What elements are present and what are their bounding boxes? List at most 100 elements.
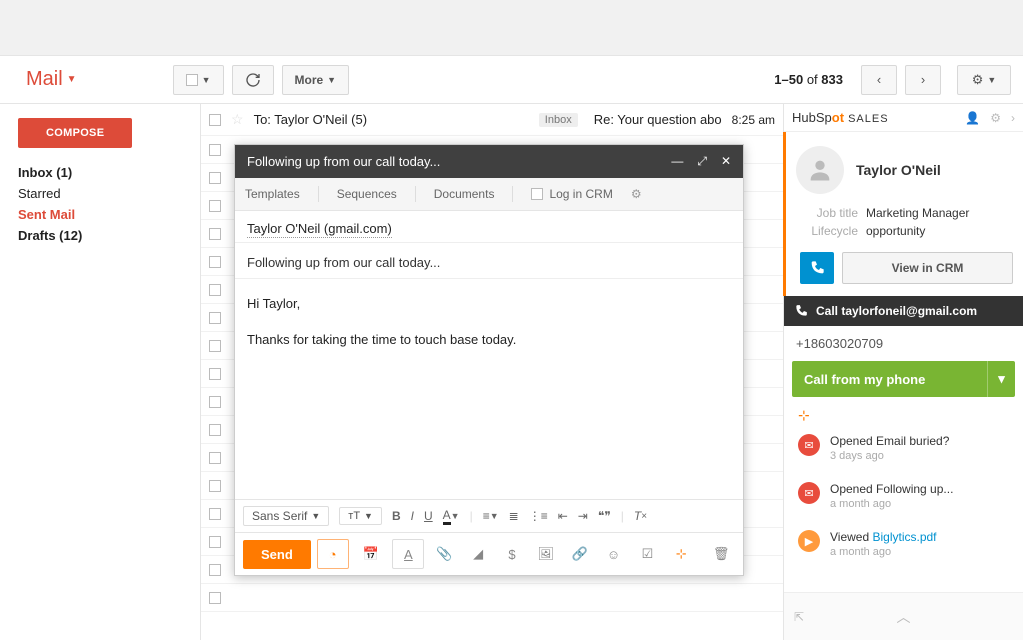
send-button[interactable]: Send <box>243 540 311 569</box>
italic-icon[interactable]: I <box>411 509 414 523</box>
row-checkbox[interactable] <box>209 172 221 184</box>
compose-button[interactable]: COMPOSE <box>18 118 132 148</box>
row-checkbox[interactable] <box>209 284 221 296</box>
call-from-phone-button[interactable]: Call from my phone ▾ <box>792 361 1015 397</box>
drive-icon[interactable]: ◢ <box>464 539 492 569</box>
nav-drafts[interactable]: Drafts (12) <box>18 225 190 246</box>
row-checkbox[interactable] <box>209 256 221 268</box>
bullet-list-icon[interactable]: ⋮≡ <box>529 509 548 523</box>
font-size-button[interactable]: тT ▼ <box>339 507 382 525</box>
checkbox-icon <box>186 74 198 86</box>
green-label: Call from my phone <box>804 372 925 387</box>
compose-to-field[interactable]: Taylor O'Neil (gmail.com) <box>235 211 743 243</box>
body-line: Thanks for taking the time to touch base… <box>247 329 731 351</box>
star-icon[interactable]: ☆ <box>231 111 244 128</box>
mail-row-empty[interactable] <box>201 584 783 612</box>
nav-starred[interactable]: Starred <box>18 183 190 204</box>
documents-tab[interactable]: Documents <box>434 187 495 201</box>
header-gap <box>0 0 1023 56</box>
minimize-icon[interactable]: — <box>671 154 683 169</box>
compose-body[interactable]: Hi Taylor, Thanks for taking the time to… <box>235 279 743 499</box>
format-toggle-button[interactable]: A <box>392 539 424 569</box>
row-tag: Inbox <box>539 113 578 127</box>
align-icon[interactable]: ≡ ▼ <box>483 509 499 523</box>
row-checkbox[interactable] <box>209 228 221 240</box>
gear-icon[interactable]: ⚙ <box>990 111 1001 125</box>
user-icon[interactable]: 👤 <box>965 111 980 125</box>
row-checkbox[interactable] <box>209 200 221 212</box>
row-checkbox[interactable] <box>209 564 221 576</box>
attach-icon[interactable]: 📎 <box>430 539 458 569</box>
row-checkbox[interactable] <box>209 592 221 604</box>
lifecycle-value: opportunity <box>866 224 925 238</box>
login-crm-checkbox[interactable]: Log in CRM <box>531 187 612 201</box>
expand-icon[interactable]: ⇱ <box>794 610 804 624</box>
emoji-icon[interactable]: ☺ <box>600 539 628 569</box>
mail-row[interactable]: ☆ To: Taylor O'Neil (5) Inbox Re: Your q… <box>201 104 783 136</box>
view-crm-button[interactable]: View in CRM <box>842 252 1013 284</box>
templates-tab[interactable]: Templates <box>245 187 300 201</box>
doc-link[interactable]: Biglytics.pdf <box>872 530 936 544</box>
money-icon[interactable]: $ <box>498 539 526 569</box>
document-view-icon: ▶ <box>798 530 820 552</box>
timeline-item[interactable]: ▶ Viewed Biglytics.pdf a month ago <box>794 520 1019 568</box>
underline-icon[interactable]: U <box>424 509 433 523</box>
more-button[interactable]: More ▼ <box>282 65 350 95</box>
avatar <box>796 146 844 194</box>
tl-title: Viewed Biglytics.pdf <box>830 530 937 544</box>
indent-left-icon[interactable]: ⇤ <box>558 509 568 523</box>
font-family-button[interactable]: Sans Serif ▼ <box>243 506 329 526</box>
close-icon[interactable]: ✕ <box>721 154 731 169</box>
clear-format-icon[interactable]: T× <box>634 509 647 523</box>
chevron-up-icon[interactable]: ︿ <box>897 607 911 627</box>
lifecycle-label: Lifecycle <box>800 224 858 238</box>
row-checkbox[interactable] <box>209 114 221 126</box>
send-row: Send ◔ 📅 A 📎 ◢ $ 🖼 🔗 ☺ ☑ ⊹ 🗑 <box>235 532 743 575</box>
numbered-list-icon[interactable]: ≣ <box>509 509 519 523</box>
settings-button[interactable]: ⚙ ▼ <box>957 65 1011 95</box>
phone-number: +18603020709 <box>784 326 1023 361</box>
row-checkbox[interactable] <box>209 396 221 408</box>
row-checkbox[interactable] <box>209 312 221 324</box>
row-time: 8:25 am <box>732 113 775 127</box>
row-checkbox[interactable] <box>209 340 221 352</box>
nav-inbox[interactable]: Inbox (1) <box>18 162 190 183</box>
calendar-button[interactable]: 📅 <box>355 539 387 569</box>
compose-subject-field[interactable]: Following up from our call today... <box>235 243 743 279</box>
chevron-right-icon[interactable]: › <box>1011 111 1015 125</box>
row-checkbox[interactable] <box>209 452 221 464</box>
call-button[interactable] <box>800 252 834 284</box>
timeline-item[interactable]: ✉ Opened Email buried? 3 days ago <box>794 424 1019 472</box>
row-checkbox[interactable] <box>209 368 221 380</box>
nav: Inbox (1) Starred Sent Mail Drafts (12) <box>18 162 190 246</box>
prev-page-button[interactable]: ‹ <box>861 65 897 95</box>
schedule-button[interactable]: ◔ <box>317 539 349 569</box>
expand-icon[interactable]: ⤢ <box>697 154 707 169</box>
row-checkbox[interactable] <box>209 508 221 520</box>
refresh-button[interactable] <box>232 65 274 95</box>
hubspot-icon[interactable]: ⊹ <box>667 539 695 569</box>
row-checkbox[interactable] <box>209 536 221 548</box>
sequences-tab[interactable]: Sequences <box>337 187 397 201</box>
row-checkbox[interactable] <box>209 424 221 436</box>
next-page-button[interactable]: › <box>905 65 941 95</box>
nav-sent[interactable]: Sent Mail <box>18 204 190 225</box>
timeline-item[interactable]: ✉ Opened Following up... a month ago <box>794 472 1019 520</box>
indent-right-icon[interactable]: ⇥ <box>578 509 588 523</box>
trash-icon[interactable]: 🗑 <box>707 539 735 569</box>
call-email-bar[interactable]: Call taylorfoneil@gmail.com <box>784 296 1023 326</box>
row-checkbox[interactable] <box>209 480 221 492</box>
row-checkbox[interactable] <box>209 144 221 156</box>
select-all-button[interactable]: ▼ <box>173 65 224 95</box>
quote-icon[interactable]: ❝❞ <box>598 509 611 523</box>
task-icon[interactable]: ☑ <box>633 539 661 569</box>
dropdown-icon[interactable]: ▾ <box>987 361 1015 397</box>
gear-icon[interactable]: ⚙ <box>631 187 642 201</box>
pagination-text: 1–50 of 833 <box>774 72 843 87</box>
mail-brand[interactable]: Mail ▼ <box>12 68 95 91</box>
text-color-icon[interactable]: A ▼ <box>443 508 460 525</box>
bold-icon[interactable]: B <box>392 509 401 523</box>
compose-titlebar[interactable]: Following up from our call today... — ⤢ … <box>235 145 743 178</box>
image-icon[interactable]: 🖼 <box>532 539 560 569</box>
link-icon[interactable]: 🔗 <box>566 539 594 569</box>
